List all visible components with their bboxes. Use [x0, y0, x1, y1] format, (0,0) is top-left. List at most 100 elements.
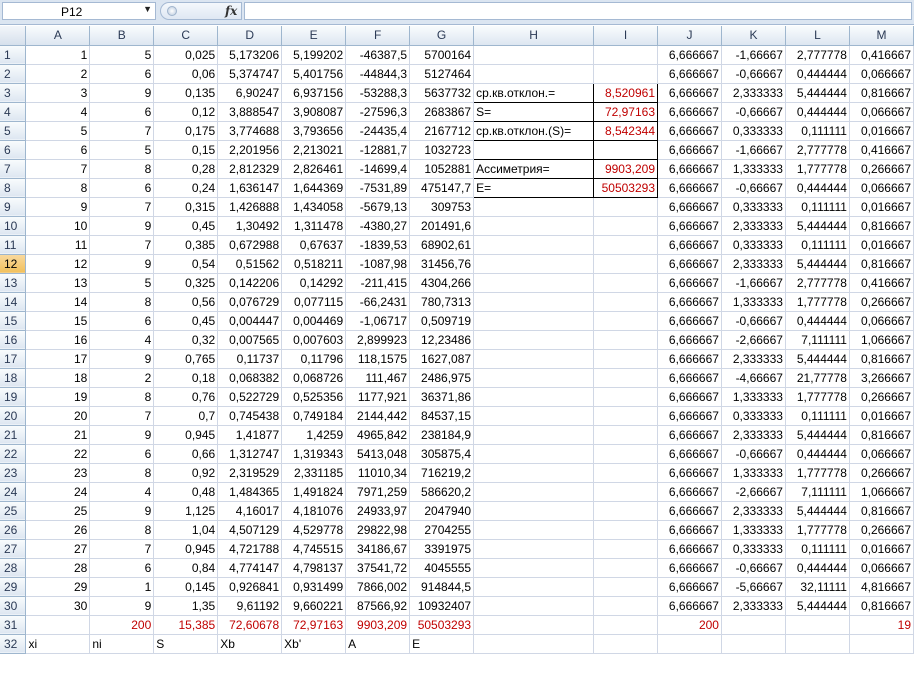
cell-f10[interactable]: -4380,27 — [345, 216, 411, 236]
cell-l8[interactable]: 0,444444 — [785, 178, 850, 198]
cell-c15[interactable]: 0,45 — [153, 311, 219, 331]
cell-m19[interactable]: 0,266667 — [849, 387, 914, 407]
cell-g8[interactable]: 475147,7 — [409, 178, 475, 198]
cell-d4[interactable]: 3,888547 — [217, 102, 283, 122]
cell-e14[interactable]: 0,077115 — [281, 292, 347, 312]
cell-k21[interactable]: 2,333333 — [721, 425, 786, 445]
cell-f22[interactable]: 5413,048 — [345, 444, 411, 464]
cell-e18[interactable]: 0,068726 — [281, 368, 347, 388]
cell-b25[interactable]: 9 — [89, 501, 155, 521]
cell-f27[interactable]: 34186,67 — [345, 539, 411, 559]
cell-k32[interactable] — [721, 634, 786, 654]
cell-e28[interactable]: 4,798137 — [281, 558, 347, 578]
cell-j6[interactable]: 6,666667 — [657, 140, 722, 160]
cell-m5[interactable]: 0,016667 — [849, 121, 914, 141]
cell-i6[interactable] — [593, 139, 658, 160]
cell-h11[interactable] — [473, 235, 595, 255]
cell-l30[interactable]: 5,444444 — [785, 596, 850, 616]
cell-l14[interactable]: 1,777778 — [785, 292, 850, 312]
cell-j26[interactable]: 6,666667 — [657, 520, 722, 540]
column-header-j[interactable]: J — [657, 26, 722, 46]
cell-h2[interactable] — [473, 64, 595, 84]
cell-g29[interactable]: 914844,5 — [409, 577, 475, 597]
cell-f11[interactable]: -1839,53 — [345, 235, 411, 255]
row-header-1[interactable]: 1 — [0, 45, 27, 65]
cell-g14[interactable]: 780,7313 — [409, 292, 475, 312]
cell-b4[interactable]: 6 — [89, 102, 155, 122]
cell-e24[interactable]: 1,491824 — [281, 482, 347, 502]
name-box[interactable]: P12 ▼ — [2, 2, 156, 20]
cell-k8[interactable]: -0,66667 — [721, 178, 786, 198]
row-header-20[interactable]: 20 — [0, 406, 27, 426]
cell-g26[interactable]: 2704255 — [409, 520, 475, 540]
cell-e29[interactable]: 0,931499 — [281, 577, 347, 597]
cell-c26[interactable]: 1,04 — [153, 520, 219, 540]
cell-a29[interactable]: 29 — [25, 577, 91, 597]
cell-a16[interactable]: 16 — [25, 330, 91, 350]
cell-l9[interactable]: 0,111111 — [785, 197, 850, 217]
cell-f28[interactable]: 37541,72 — [345, 558, 411, 578]
cell-e31[interactable]: 72,97163 — [281, 615, 347, 635]
cell-l13[interactable]: 2,777778 — [785, 273, 850, 293]
select-all-corner[interactable] — [0, 26, 27, 46]
cell-d17[interactable]: 0,11737 — [217, 349, 283, 369]
cell-i9[interactable] — [593, 197, 658, 217]
cell-a2[interactable]: 2 — [25, 64, 91, 84]
cell-c28[interactable]: 0,84 — [153, 558, 219, 578]
cell-k13[interactable]: -1,66667 — [721, 273, 786, 293]
cell-a31[interactable] — [25, 615, 91, 635]
cell-d19[interactable]: 0,522729 — [217, 387, 283, 407]
cell-c17[interactable]: 0,765 — [153, 349, 219, 369]
cell-c22[interactable]: 0,66 — [153, 444, 219, 464]
cell-a4[interactable]: 4 — [25, 102, 91, 122]
cell-m13[interactable]: 0,416667 — [849, 273, 914, 293]
cell-g4[interactable]: 2683867 — [409, 102, 475, 122]
cell-i28[interactable] — [593, 558, 658, 578]
cell-h19[interactable] — [473, 387, 595, 407]
cell-b12[interactable]: 9 — [89, 254, 155, 274]
cell-a18[interactable]: 18 — [25, 368, 91, 388]
cell-h17[interactable] — [473, 349, 595, 369]
cell-j12[interactable]: 6,666667 — [657, 254, 722, 274]
cell-i16[interactable] — [593, 330, 658, 350]
cell-i19[interactable] — [593, 387, 658, 407]
row-header-2[interactable]: 2 — [0, 64, 27, 84]
cell-m29[interactable]: 4,816667 — [849, 577, 914, 597]
cell-m9[interactable]: 0,016667 — [849, 197, 914, 217]
cell-j16[interactable]: 6,666667 — [657, 330, 722, 350]
row-header-14[interactable]: 14 — [0, 292, 27, 312]
cell-f16[interactable]: 2,899923 — [345, 330, 411, 350]
cell-m25[interactable]: 0,816667 — [849, 501, 914, 521]
cell-d24[interactable]: 1,484365 — [217, 482, 283, 502]
cell-h6[interactable] — [473, 139, 595, 160]
cell-d11[interactable]: 0,672988 — [217, 235, 283, 255]
resize-handle-icon[interactable] — [167, 6, 177, 16]
cell-i3[interactable]: 8,520961 — [593, 82, 658, 103]
cell-c5[interactable]: 0,175 — [153, 121, 219, 141]
cell-h28[interactable] — [473, 558, 595, 578]
cell-c21[interactable]: 0,945 — [153, 425, 219, 445]
cell-m32[interactable] — [849, 634, 914, 654]
row-header-8[interactable]: 8 — [0, 178, 27, 198]
cell-k29[interactable]: -5,66667 — [721, 577, 786, 597]
cell-m7[interactable]: 0,266667 — [849, 159, 914, 179]
cell-j7[interactable]: 6,666667 — [657, 159, 722, 179]
row-header-7[interactable]: 7 — [0, 159, 27, 179]
cell-f25[interactable]: 24933,97 — [345, 501, 411, 521]
row-header-21[interactable]: 21 — [0, 425, 27, 445]
cell-a21[interactable]: 21 — [25, 425, 91, 445]
cell-b22[interactable]: 6 — [89, 444, 155, 464]
cell-j11[interactable]: 6,666667 — [657, 235, 722, 255]
cell-l11[interactable]: 0,111111 — [785, 235, 850, 255]
cell-b2[interactable]: 6 — [89, 64, 155, 84]
cell-k24[interactable]: -2,66667 — [721, 482, 786, 502]
cell-g3[interactable]: 5637732 — [409, 83, 475, 103]
cell-i1[interactable] — [593, 45, 658, 65]
cell-f30[interactable]: 87566,92 — [345, 596, 411, 616]
cell-m27[interactable]: 0,016667 — [849, 539, 914, 559]
column-header-g[interactable]: G — [409, 26, 475, 46]
cell-g30[interactable]: 10932407 — [409, 596, 475, 616]
cell-l10[interactable]: 5,444444 — [785, 216, 850, 236]
cell-m16[interactable]: 1,066667 — [849, 330, 914, 350]
cell-l21[interactable]: 5,444444 — [785, 425, 850, 445]
